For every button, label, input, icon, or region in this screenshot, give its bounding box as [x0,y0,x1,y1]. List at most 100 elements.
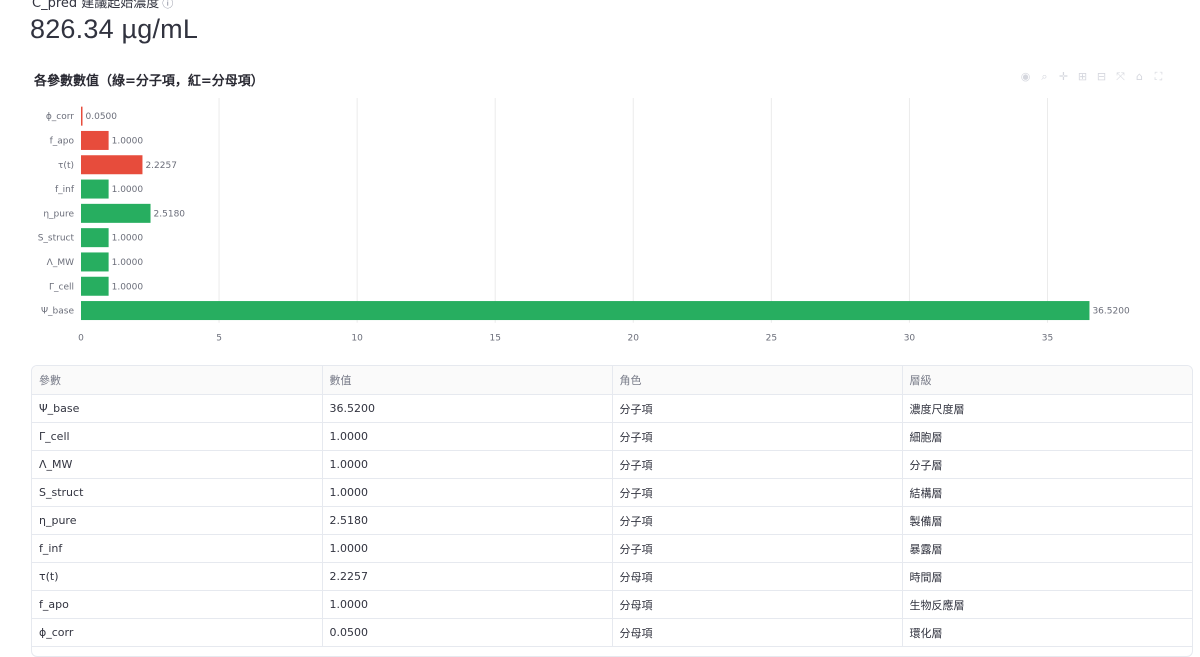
bar [81,301,1090,321]
cell-value: 2.5180 [322,506,613,535]
y-tick-label: Γ_cell [49,282,74,292]
cell-level: 環化層 [902,618,1192,647]
table-row[interactable]: f_inf 1.0000 分子項 暴露層 [32,534,1192,563]
cell-level: 分子層 [902,450,1192,479]
cell-value: 1.0000 [322,590,613,619]
bar [81,179,109,199]
y-tick-label: Ψ_base [41,307,75,317]
chart-modebar: ◉ ⌕ ✛ ⊞ ⊟ ⤧ ⌂ ⛶ [1018,70,1166,84]
cell-parameter: τ(t) [32,562,323,591]
pan-icon[interactable]: ✛ [1056,70,1071,84]
x-tick-label: 10 [351,334,363,344]
table-row[interactable]: S_struct 1.0000 分子項 結構層 [32,478,1192,507]
table-row[interactable]: Ψ_base 36.5200 分子項 濃度尺度層 [32,394,1192,423]
cell-role: 分子項 [612,506,903,535]
cell-value: 36.5200 [322,394,613,423]
y-tick-label: f_inf [55,185,75,195]
x-tick-label: 5 [216,334,222,344]
cell-parameter: S_struct [32,478,323,507]
table-row[interactable]: ϕ_corr 0.0500 分母項 環化層 [32,618,1192,647]
cell-value: 1.0000 [322,478,613,507]
cell-level: 結構層 [902,478,1192,507]
cell-value: 2.2257 [322,562,613,591]
column-header-level[interactable]: 層級 [902,366,1192,395]
x-tick-label: 0 [78,334,84,344]
bar [81,228,109,248]
help-icon[interactable]: ⓘ [162,0,173,10]
table-row[interactable]: Λ_MW 1.0000 分子項 分子層 [32,450,1192,479]
table-header-row: 參數 數值 角色 層級 [32,366,1192,395]
column-header-parameter[interactable]: 參數 [32,366,323,395]
y-tick-label: η_pure [43,209,74,219]
bar-value-label: 0.0500 [86,112,118,122]
cell-parameter: f_apo [32,590,323,619]
cell-value: 0.0500 [322,618,613,647]
bar [81,203,151,223]
cell-value: 1.0000 [322,534,613,563]
y-tick-label: ϕ_corr [46,112,74,122]
cell-level: 生物反應層 [902,590,1192,619]
cell-level: 時間層 [902,562,1192,591]
home-icon[interactable]: ⌂ [1132,70,1147,84]
cell-parameter: f_inf [32,534,323,563]
cell-level: 製備層 [902,506,1192,535]
table-body: Ψ_base 36.5200 分子項 濃度尺度層 Γ_cell 1.0000 分子項 細胞層 Λ… [32,394,1192,647]
cell-value: 1.0000 [322,422,613,451]
table-row[interactable]: Γ_cell 1.0000 分子項 細胞層 [32,422,1192,451]
bar-value-label: 1.0000 [112,185,144,195]
x-tick-label: 25 [766,334,777,344]
y-tick-label: τ(t) [58,161,74,171]
cell-role: 分母項 [612,590,903,619]
camera-icon[interactable]: ◉ [1018,70,1033,84]
table-row[interactable]: η_pure 2.5180 分子項 製備層 [32,506,1192,535]
cell-parameter: Γ_cell [32,422,323,451]
y-tick-label: S_struct [38,234,75,244]
x-tick-label: 35 [1042,334,1053,344]
column-header-value[interactable]: 數值 [322,366,613,395]
zoom-in-icon[interactable]: ⊞ [1075,70,1090,84]
bar-value-label: 2.2257 [145,161,177,171]
zoom-out-icon[interactable]: ⊟ [1094,70,1109,84]
cell-level: 細胞層 [902,422,1192,451]
bar-value-label: 36.5200 [1092,307,1129,317]
cell-parameter: η_pure [32,506,323,535]
autoscale-icon[interactable]: ⤧ [1113,70,1128,84]
y-tick-label: f_apo [50,136,75,146]
bar [81,106,83,126]
cell-role: 分母項 [612,562,903,591]
zoom-icon[interactable]: ⌕ [1037,70,1052,84]
bar-value-label: 1.0000 [112,136,144,146]
cell-role: 分子項 [612,450,903,479]
bar [81,155,143,175]
cell-role: 分子項 [612,534,903,563]
bar [81,252,109,272]
parameter-table[interactable]: 參數 數值 角色 層級 Ψ_base 36.5200 分子項 濃度尺度層 Γ_cell 1… [31,365,1193,657]
cell-role: 分子項 [612,394,903,423]
cell-level: 暴露層 [902,534,1192,563]
metric-label-text: C_pred 建議起始濃度 [32,0,160,11]
bar-value-label: 2.5180 [154,209,186,219]
cell-role: 分子項 [612,422,903,451]
bar-value-label: 1.0000 [112,234,144,244]
cell-level: 濃度尺度層 [902,394,1192,423]
x-tick-label: 20 [628,334,640,344]
y-tick-label: Λ_MW [47,258,74,268]
cell-parameter: Ψ_base [32,394,323,423]
table-row[interactable]: τ(t) 2.2257 分母項 時間層 [32,562,1192,591]
cell-parameter: Λ_MW [32,450,323,479]
cell-parameter: ϕ_corr [32,618,323,647]
x-tick-label: 15 [489,334,500,344]
column-header-role[interactable]: 角色 [612,366,903,395]
bar-value-label: 1.0000 [112,258,144,268]
table-row[interactable]: f_apo 1.0000 分母項 生物反應層 [32,590,1192,619]
chart-title: 各參數數值（綠=分子項，紅=分母項） [34,74,264,89]
metric-label: C_pred 建議起始濃度 ⓘ [32,0,173,11]
cell-value: 1.0000 [322,450,613,479]
fullscreen-icon[interactable]: ⛶ [1151,70,1166,84]
cell-role: 分子項 [612,478,903,507]
bar [81,276,109,296]
bar-chart: 0 5 10 15 20 25 30 35 ϕ_corr 0.0500 f_apo 1.0000 τ(t… [38,98,1130,344]
metric-value: 826.34 µg/mL [30,14,199,44]
x-tick-label: 30 [904,334,916,344]
bar-value-label: 1.0000 [112,282,144,292]
